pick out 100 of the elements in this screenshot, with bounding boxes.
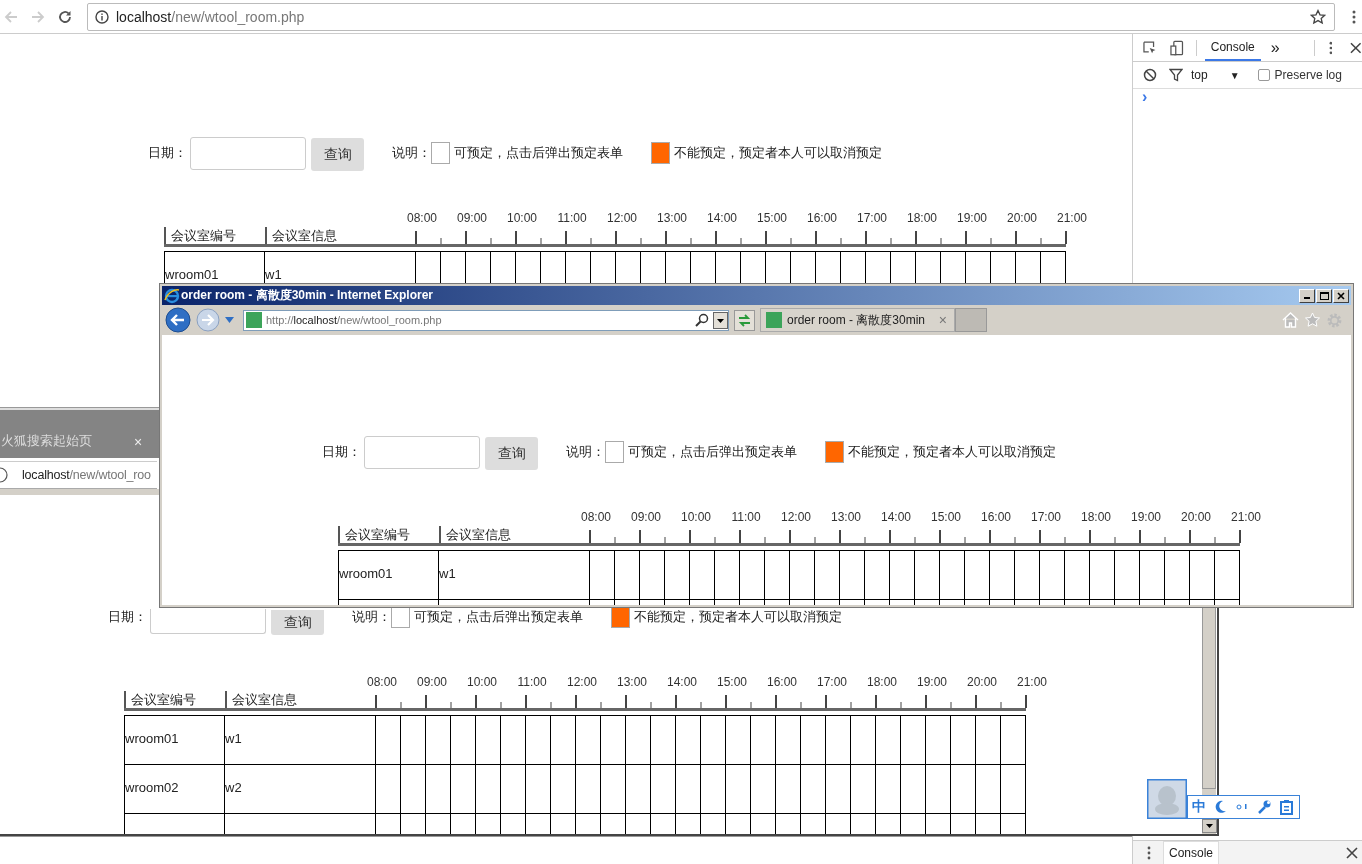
time-slot[interactable] (376, 765, 401, 814)
time-slot[interactable] (676, 765, 701, 814)
time-slot[interactable] (976, 716, 1001, 765)
time-slot[interactable] (751, 765, 776, 814)
caret-icon[interactable]: ▼ (1229, 69, 1240, 81)
query-button[interactable]: 查询 (311, 138, 364, 171)
time-slot[interactable] (726, 716, 751, 765)
scroll-down-button[interactable] (1202, 819, 1217, 833)
info-icon[interactable] (95, 9, 109, 24)
time-slot[interactable] (715, 551, 740, 600)
time-slot[interactable] (701, 716, 726, 765)
time-slot[interactable] (526, 716, 551, 765)
time-slot[interactable] (815, 551, 840, 600)
time-slot[interactable] (1115, 551, 1140, 600)
input-mode-button[interactable]: 中 (1192, 798, 1206, 816)
punctuation-icon[interactable] (1236, 803, 1248, 811)
browser-tab[interactable]: order room - 离散度30min × (760, 308, 955, 332)
inspect-icon[interactable] (1143, 40, 1157, 55)
menu-icon[interactable] (1328, 40, 1333, 55)
time-slot[interactable] (690, 551, 715, 600)
time-slot[interactable] (1015, 551, 1040, 600)
time-slot[interactable] (1090, 551, 1115, 600)
context-selector[interactable]: top (1191, 68, 1208, 82)
date-field[interactable] (150, 609, 266, 634)
time-slot[interactable] (776, 765, 801, 814)
time-slot[interactable] (926, 765, 951, 814)
time-slot[interactable] (451, 765, 476, 814)
date-field[interactable] (190, 136, 306, 170)
time-slot[interactable] (451, 716, 476, 765)
address-bar[interactable]: http://localhost/new/wtool_room.php (243, 309, 729, 331)
console-tab[interactable]: Console (1204, 34, 1261, 61)
time-slot[interactable] (1140, 551, 1165, 600)
time-slot[interactable] (901, 716, 926, 765)
time-slot[interactable] (701, 765, 726, 814)
time-slot[interactable] (1001, 765, 1026, 814)
time-slot[interactable] (790, 551, 815, 600)
address-bar[interactable]: localhost/new/wtool_roo (0, 461, 157, 489)
time-slot[interactable] (951, 765, 976, 814)
time-slot[interactable] (640, 551, 665, 600)
time-slot[interactable] (851, 716, 876, 765)
time-slot[interactable] (1165, 551, 1190, 600)
time-slot[interactable] (940, 551, 965, 600)
time-slot[interactable] (951, 716, 976, 765)
time-slot[interactable] (751, 716, 776, 765)
time-slot[interactable] (901, 765, 926, 814)
menu-icon[interactable] (1352, 9, 1356, 24)
time-slot[interactable] (501, 716, 526, 765)
reload-icon[interactable] (58, 9, 72, 24)
time-slot[interactable] (1215, 551, 1240, 600)
time-slot[interactable] (976, 765, 1001, 814)
address-bar[interactable]: localhost/new/wtool_room.php (87, 2, 1335, 31)
time-slot[interactable] (590, 551, 615, 600)
time-slot[interactable] (426, 765, 451, 814)
time-slot[interactable] (576, 716, 601, 765)
time-slot[interactable] (801, 716, 826, 765)
time-slot[interactable] (401, 765, 426, 814)
device-icon[interactable] (1170, 39, 1186, 56)
time-slot[interactable] (876, 765, 901, 814)
console-tab[interactable]: Console (1163, 841, 1220, 864)
time-slot[interactable] (890, 551, 915, 600)
refresh-button[interactable] (734, 309, 755, 331)
time-slot[interactable] (601, 765, 626, 814)
checkbox[interactable] (1257, 69, 1270, 81)
time-slot[interactable] (1190, 551, 1215, 600)
time-slot[interactable] (1040, 551, 1065, 600)
time-slot[interactable] (776, 716, 801, 765)
time-slot[interactable] (651, 765, 676, 814)
time-slot[interactable] (840, 551, 865, 600)
minimize-button[interactable] (1299, 288, 1315, 303)
query-button[interactable]: 查询 (485, 437, 538, 470)
more-tabs-button[interactable]: » (1270, 38, 1280, 57)
avatar-icon[interactable] (1147, 779, 1187, 819)
time-slot[interactable] (726, 765, 751, 814)
time-slot[interactable] (851, 765, 876, 814)
time-slot[interactable] (665, 551, 690, 600)
time-slot[interactable] (476, 765, 501, 814)
time-slot[interactable] (915, 551, 940, 600)
back-icon[interactable] (165, 307, 191, 333)
time-slot[interactable] (426, 716, 451, 765)
time-slot[interactable] (676, 716, 701, 765)
time-slot[interactable] (740, 551, 765, 600)
time-slot[interactable] (551, 716, 576, 765)
close-icon[interactable] (1346, 846, 1358, 859)
time-slot[interactable] (626, 765, 651, 814)
time-slot[interactable] (1001, 716, 1026, 765)
time-slot[interactable] (801, 765, 826, 814)
filter-icon[interactable] (1169, 68, 1183, 82)
time-slot[interactable] (826, 716, 851, 765)
wrench-icon[interactable] (1257, 800, 1271, 814)
time-slot[interactable] (501, 765, 526, 814)
time-slot[interactable] (576, 765, 601, 814)
star-icon[interactable] (1310, 8, 1326, 25)
time-slot[interactable] (826, 765, 851, 814)
time-slot[interactable] (651, 716, 676, 765)
time-slot[interactable] (926, 716, 951, 765)
time-slot[interactable] (990, 551, 1015, 600)
moon-icon[interactable] (1215, 800, 1227, 814)
clipboard-icon[interactable] (1280, 799, 1293, 815)
query-button[interactable]: 查询 (271, 610, 324, 635)
close-icon[interactable] (1350, 41, 1362, 54)
